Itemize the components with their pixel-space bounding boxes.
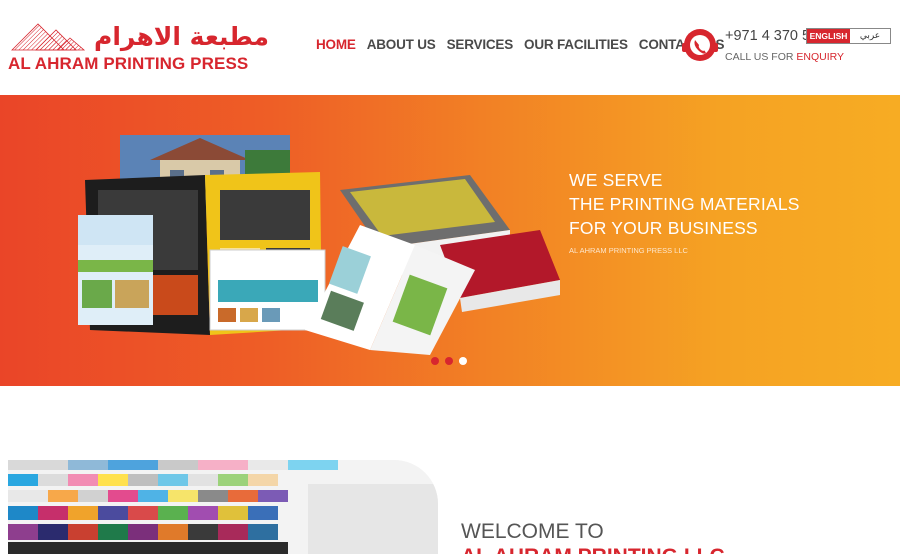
pyramid-logo-icon [11,23,86,51]
enquiry-text: CALL US FOR ENQUIRY [725,51,845,63]
nav-services[interactable]: SERVICES [447,37,514,52]
language-english-button[interactable]: ENGLISH [807,29,850,43]
hero-heading-line-2: THE PRINTING MATERIALS [569,194,800,214]
slider-dot-1[interactable] [431,357,439,365]
hero-caption: WE SERVE THE PRINTING MATERIALS FOR YOUR… [569,168,800,255]
color-swatch-image [8,460,438,554]
slider-dot-3[interactable] [459,357,467,365]
nav-our-facilities[interactable]: OUR FACILITIES [524,37,628,52]
logo-arabic-text: مطبعة الاهرام [94,22,269,51]
hero-company-name: AL AHRAM PRINTING PRESS LLC [569,246,688,255]
main-nav: HOME ABOUT US SERVICES OUR FACILITIES CO… [316,37,724,52]
hero-slider: WE SERVE THE PRINTING MATERIALS FOR YOUR… [0,95,900,386]
language-switcher: ENGLISH عربي [806,28,891,44]
welcome-heading: WELCOME TO [461,520,604,543]
site-logo[interactable]: مطبعة الاهرام AL AHRAM PRINTING PRESS [8,18,269,76]
hero-heading-line-1: WE SERVE [569,170,663,190]
logo-english-text: AL AHRAM PRINTING PRESS [8,54,249,73]
slider-dot-2[interactable] [445,357,453,365]
nav-home[interactable]: HOME [316,37,356,52]
printed-materials-image [78,135,560,355]
nav-about-us[interactable]: ABOUT US [367,37,436,52]
color-chart-graphic [8,460,438,554]
phone-number[interactable]: +971 4 370 5 [725,28,810,44]
slider-pagination [431,357,467,365]
welcome-company-name: AL AHRAM PRINTING LLC [461,545,725,554]
language-arabic-button[interactable]: عربي [850,29,890,43]
phone-headset-icon [682,29,718,61]
site-header: مطبعة الاهرام AL AHRAM PRINTING PRESS HO… [0,0,900,95]
hero-heading-line-3: FOR YOUR BUSINESS [569,218,758,238]
